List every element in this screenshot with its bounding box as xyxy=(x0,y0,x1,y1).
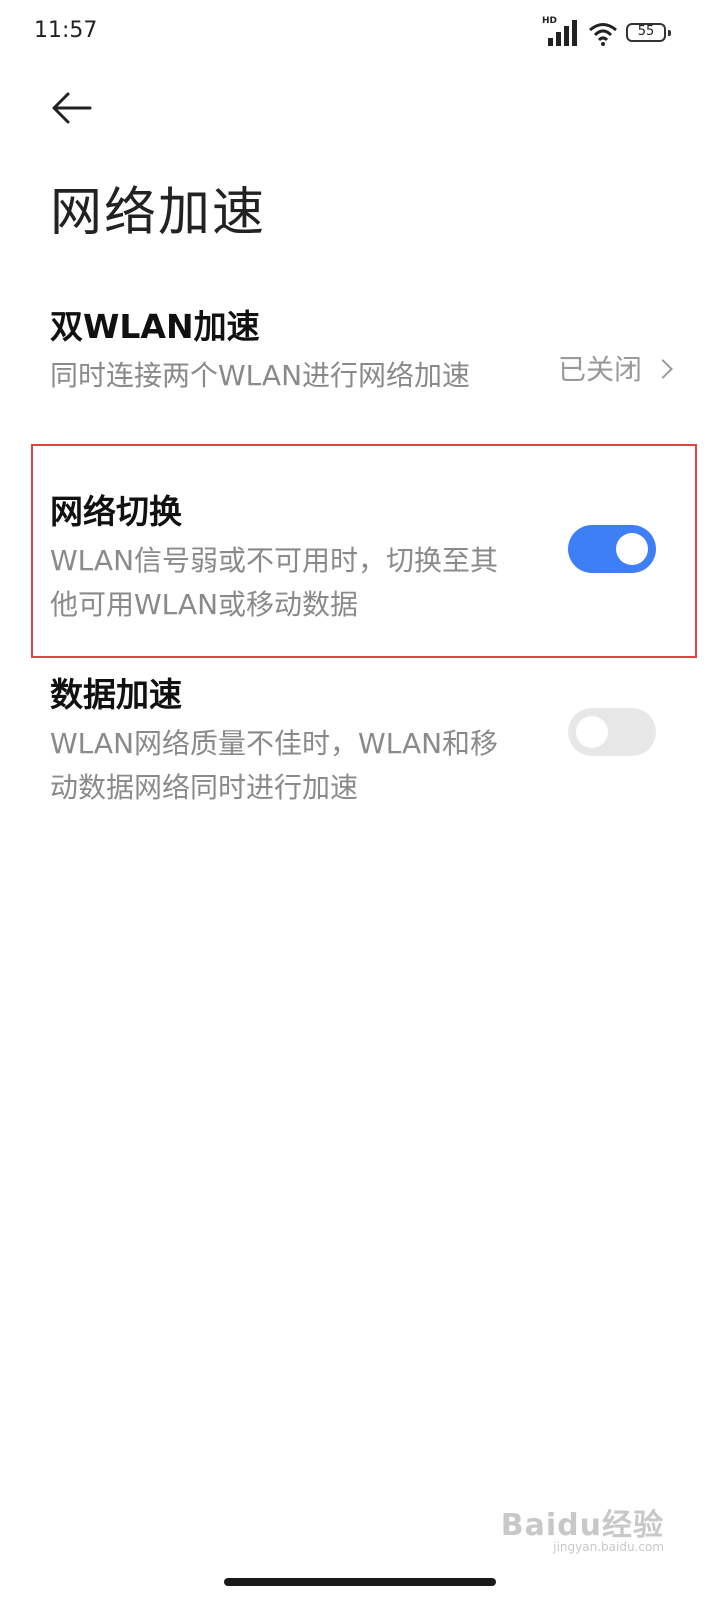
battery-level: 55 xyxy=(637,24,655,39)
wifi-icon xyxy=(589,23,617,46)
setting-description: 同时连接两个WLAN进行网络加速 xyxy=(50,359,471,392)
toggle-knob xyxy=(616,533,648,565)
chevron-right-icon xyxy=(653,359,673,379)
setting-data-acceleration: 数据加速 WLAN网络质量不佳时，WLAN和移动数据网络同时进行加速 xyxy=(50,668,670,810)
arrow-left-icon xyxy=(52,92,92,124)
home-indicator[interactable] xyxy=(224,1578,496,1586)
setting-network-switch: 网络切换 WLAN信号弱或不可用时，切换至其他可用WLAN或移动数据 xyxy=(50,485,670,627)
back-button[interactable] xyxy=(50,88,94,128)
data-acceleration-toggle[interactable] xyxy=(568,708,656,756)
signal-icon xyxy=(548,20,577,46)
setting-title: 双WLAN加速 xyxy=(50,307,260,346)
setting-description: WLAN网络质量不佳时，WLAN和移动数据网络同时进行加速 xyxy=(50,727,499,804)
watermark-url: jingyan.baidu.com xyxy=(553,1540,664,1554)
status-bar: 11:57 HD 55 xyxy=(0,0,720,64)
setting-title: 网络切换 xyxy=(50,492,182,531)
page-title: 网络加速 xyxy=(50,183,267,243)
toggle-knob xyxy=(576,716,608,748)
setting-value[interactable]: 已关闭 xyxy=(557,348,673,388)
watermark: Baidu经验 xyxy=(500,1508,664,1543)
screen: 11:57 HD 55 网络加速 双WLAN加速 同时连接两个WLAN进行网络加… xyxy=(0,0,720,1600)
setting-dual-wlan[interactable]: 双WLAN加速 同时连接两个WLAN进行网络加速 已关闭 xyxy=(50,300,673,398)
setting-description: WLAN信号弱或不可用时，切换至其他可用WLAN或移动数据 xyxy=(50,544,499,621)
battery-tip xyxy=(668,30,671,36)
setting-title: 数据加速 xyxy=(50,675,182,714)
network-switch-toggle[interactable] xyxy=(568,525,656,573)
status-time: 11:57 xyxy=(34,18,98,43)
battery-icon: 55 xyxy=(626,23,671,42)
setting-value-text: 已关闭 xyxy=(557,353,642,386)
